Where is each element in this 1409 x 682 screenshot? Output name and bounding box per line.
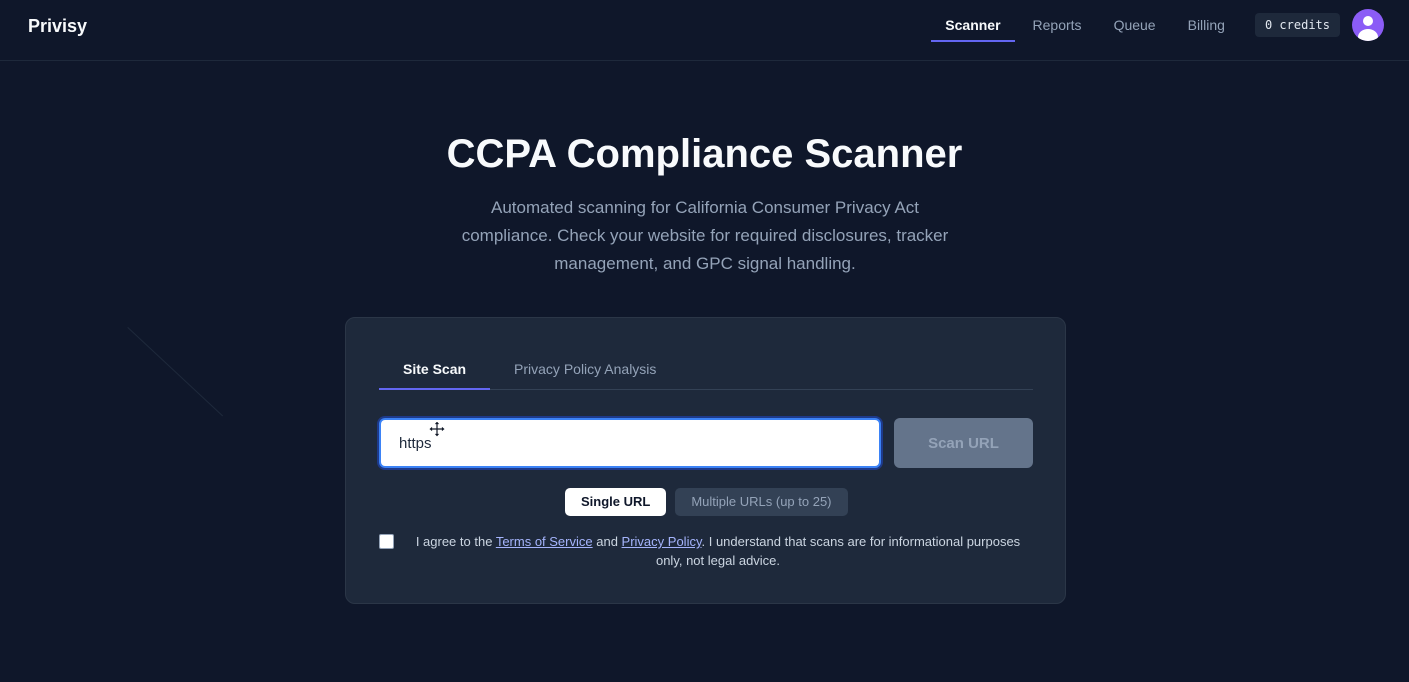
- scan-type-tabs: Site Scan Privacy Policy Analysis: [379, 352, 1033, 390]
- top-navigation-bar: Privisy Scanner Reports Queue Billing 0 …: [0, 0, 1409, 61]
- scanner-card: Site Scan Privacy Policy Analysis Scan U…: [345, 317, 1066, 604]
- multiple-urls-button[interactable]: Multiple URLs (up to 25): [675, 488, 848, 516]
- page-title: CCPA Compliance Scanner: [446, 132, 963, 176]
- tab-privacy-policy-analysis[interactable]: Privacy Policy Analysis: [490, 352, 680, 389]
- agreement-text: I agree to the Terms of Service and Priv…: [410, 532, 1026, 570]
- decorative-line: [127, 327, 224, 417]
- url-mode-toggle: Single URL Multiple URLs (up to 25): [565, 488, 857, 516]
- single-url-button[interactable]: Single URL: [565, 488, 667, 516]
- credits-badge: 0 credits: [1254, 13, 1340, 37]
- terms-of-service-link[interactable]: Terms of Service: [496, 534, 593, 549]
- agree-checkbox[interactable]: [379, 534, 394, 549]
- main-nav: Scanner Reports Queue Billing 0 credits: [929, 8, 1384, 42]
- nav-item-reports[interactable]: Reports: [1019, 8, 1096, 42]
- agreement-suffix: . I understand that scans are for inform…: [655, 534, 1021, 568]
- nav-item-queue[interactable]: Queue: [1100, 8, 1170, 42]
- tab-site-scan[interactable]: Site Scan: [379, 352, 491, 390]
- url-input[interactable]: [379, 418, 881, 468]
- agreement-middle: and: [592, 534, 622, 549]
- nav-item-billing[interactable]: Billing: [1174, 8, 1239, 42]
- page-subtitle: Automated scanning for California Consum…: [461, 198, 949, 273]
- user-avatar[interactable]: [1352, 9, 1384, 41]
- agreement-prefix: I agree to the: [415, 534, 496, 549]
- nav-item-scanner[interactable]: Scanner: [931, 8, 1015, 42]
- brand-logo[interactable]: Privisy: [28, 16, 87, 37]
- scan-url-button[interactable]: Scan URL: [894, 418, 1033, 468]
- privacy-policy-link[interactable]: Privacy Policy: [622, 534, 702, 549]
